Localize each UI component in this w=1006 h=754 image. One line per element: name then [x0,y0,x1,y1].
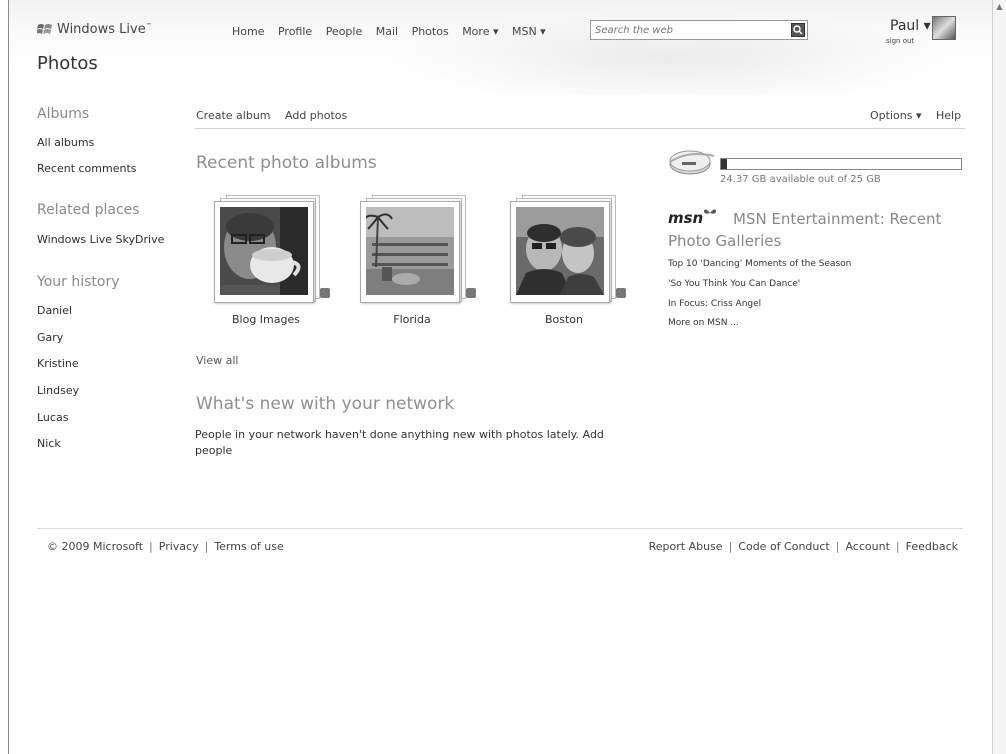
history-item-lindsey[interactable]: Lindsey [37,384,79,397]
history-item-gary[interactable]: Gary [37,331,63,344]
footer-separator: | [835,540,840,553]
footer-feedback-link[interactable]: Feedback [906,540,958,553]
storage-drive-icon [669,150,715,175]
history-item-daniel[interactable]: Daniel [37,304,72,317]
msn-link-dancing[interactable]: Top 10 'Dancing' Moments of the Season [668,259,851,269]
your-history-heading: Your history [37,274,120,290]
storage-progress-bar [720,158,962,170]
shared-badge-icon [320,288,330,298]
related-places-heading: Related places [37,202,140,218]
recent-albums-heading: Recent photo albums [196,153,377,173]
album-name-boston[interactable]: Boston [508,313,620,326]
footer-separator: | [149,540,153,553]
windows-flag-icon [37,24,52,34]
view-all-link[interactable]: View all [196,354,238,367]
user-menu[interactable]: Paul ▾ [890,18,931,34]
search-icon [793,25,803,35]
footer-terms-link[interactable]: Terms of use [214,540,283,553]
sidebar-item-skydrive[interactable]: Windows Live SkyDrive [37,233,164,246]
nav-msn[interactable]: MSN ▾ [512,25,546,38]
lock-icon [616,288,626,298]
album-thumbnail-florida[interactable] [360,195,476,305]
network-message: People in your network haven't done anyt… [195,428,604,457]
page-title: Photos [37,53,98,74]
history-item-lucas[interactable]: Lucas [37,411,68,424]
nav-profile[interactable]: Profile [278,25,312,38]
msn-link-more[interactable]: More on MSN ... [668,318,739,328]
footer-code-of-conduct-link[interactable]: Code of Conduct [738,540,829,553]
msn-entertainment-title[interactable]: MSN Entertainment: Recent [733,210,941,228]
nav-home[interactable]: Home [232,25,264,38]
album-thumbnail-blog-images[interactable] [214,195,330,305]
header-background [9,0,992,95]
album-name-blog-images[interactable]: Blog Images [210,313,322,326]
footer-left: © 2009 Microsoft | Privacy | Terms of use [47,540,284,553]
vertical-scrollbar[interactable]: ▲ [992,0,1006,754]
footer-account-link[interactable]: Account [845,540,889,553]
search-input[interactable] [591,21,789,39]
toolbar-divider [195,128,965,129]
album-name-florida[interactable]: Florida [356,313,468,326]
msn-link-criss-angel[interactable]: In Focus: Criss Angel [668,299,761,309]
nav-people[interactable]: People [326,25,363,38]
network-heading: What's new with your network [196,394,455,414]
avatar[interactable] [932,16,956,40]
msn-link-so-you-think[interactable]: 'So You Think You Can Dance' [668,279,800,289]
album-photo-blog-images [220,207,308,295]
footer-separator: | [895,540,900,553]
brand-text: Windows Live [57,22,146,37]
footer-right: Report Abuse | Code of Conduct | Account | Fee… [649,540,958,553]
add-photos-button[interactable]: Add photos [285,109,347,122]
nav-more[interactable]: More ▾ [462,25,498,38]
lock-icon [466,288,476,298]
nav-mail[interactable]: Mail [376,25,398,38]
album-cover [360,201,460,303]
sidebar-item-recent-comments[interactable]: Recent comments [37,162,137,175]
brand-tm: ™ [145,22,152,30]
storage-text: 24.37 GB available out of 25 GB [720,174,881,185]
msn-logo-text: msn [668,209,704,227]
footer-report-abuse-link[interactable]: Report Abuse [649,540,723,553]
msn-entertainment-title-line2[interactable]: Photo Galleries [668,232,781,250]
scroll-up-icon[interactable]: ▲ [995,2,1004,11]
album-cover [214,201,314,303]
window-border [8,0,9,754]
footer-divider [37,528,963,529]
sign-out-link[interactable]: sign out [886,37,914,45]
help-link[interactable]: Help [936,109,961,122]
msn-butterfly-icon [704,209,717,214]
album-photo-florida [366,207,454,295]
albums-heading: Albums [37,106,90,122]
search-button[interactable] [791,23,805,37]
windows-live-logo[interactable]: Windows Live™ [37,22,152,37]
storage-progress-fill [721,159,727,169]
footer-copyright: © 2009 Microsoft [47,540,144,553]
options-menu[interactable]: Options ▾ [870,109,921,122]
create-album-button[interactable]: Create album [196,109,271,122]
sidebar-item-all-albums[interactable]: All albums [37,136,94,149]
footer-separator: | [728,540,733,553]
nav-photos[interactable]: Photos [412,25,449,38]
search-box [590,20,808,40]
history-item-nick[interactable]: Nick [37,437,61,450]
footer-privacy-link[interactable]: Privacy [159,540,199,553]
top-navigation: Home Profile People Mail Photos More ▾ M… [232,25,556,38]
history-item-kristine[interactable]: Kristine [37,357,79,370]
album-cover [510,201,610,303]
msn-logo[interactable]: msn [668,207,717,227]
album-thumbnail-boston[interactable] [510,195,626,305]
footer-separator: | [204,540,209,553]
album-photo-boston [516,207,604,295]
